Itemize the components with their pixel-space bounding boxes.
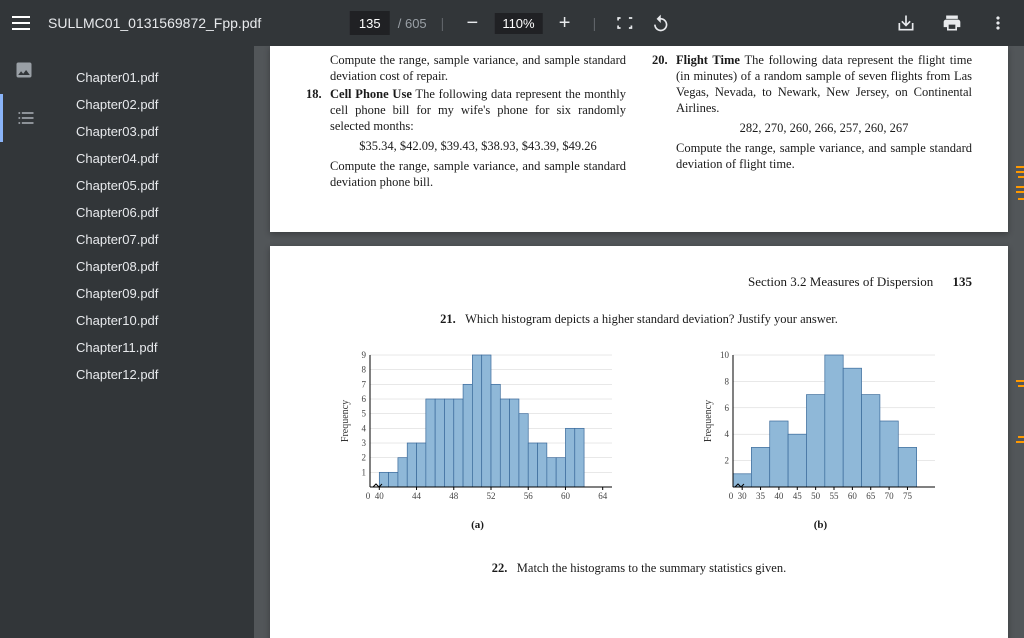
svg-text:9: 9 (361, 350, 366, 360)
download-icon (896, 13, 916, 33)
outline-item[interactable]: Chapter09.pdf (76, 280, 244, 307)
svg-text:60: 60 (560, 491, 570, 501)
page-number-input[interactable] (350, 11, 390, 35)
histogram-b: 2 4 6 8 10 0 30 35 40 45 50 55 60 65 70 75 Frequency (b) (701, 349, 941, 531)
svg-text:8: 8 (724, 376, 729, 386)
svg-text:44: 44 (412, 491, 422, 501)
outline-item[interactable]: Chapter01.pdf (76, 64, 244, 91)
svg-text:2: 2 (724, 456, 729, 466)
p20-compute: Compute the range, sample variance, and … (652, 140, 972, 172)
svg-text:60: 60 (847, 491, 857, 501)
svg-text:0: 0 (728, 491, 733, 501)
svg-text:1: 1 (361, 467, 366, 477)
outline-item[interactable]: Chapter11.pdf (76, 334, 244, 361)
q22-num: 22. (492, 561, 508, 575)
svg-text:30: 30 (737, 491, 747, 501)
svg-text:Frequency: Frequency (340, 400, 351, 442)
svg-text:40: 40 (774, 491, 784, 501)
print-icon (942, 13, 962, 33)
svg-text:10: 10 (720, 350, 730, 360)
pdf-page-prev: Compute the range, sample variance, and … (270, 46, 1008, 232)
svg-text:6: 6 (724, 403, 729, 413)
outline-item[interactable]: Chapter06.pdf (76, 199, 244, 226)
document-title: SULLMC01_0131569872_Fpp.pdf (48, 15, 261, 31)
section-title: Section 3.2 Measures of Dispersion (748, 274, 933, 289)
more-button[interactable] (984, 9, 1012, 37)
page-number: 135 (953, 274, 973, 289)
thumbnails-tab[interactable] (0, 46, 48, 94)
p18-data: $35.34, $42.09, $39.43, $38.93, $43.39, … (306, 138, 626, 154)
outline-tab[interactable] (0, 94, 48, 142)
svg-text:75: 75 (902, 491, 912, 501)
more-vert-icon (988, 13, 1008, 33)
image-icon (14, 60, 34, 80)
svg-text:64: 64 (598, 491, 608, 501)
zoom-out-button[interactable]: − (458, 9, 486, 37)
q21-text: Which histogram depicts a higher standar… (465, 312, 838, 326)
p20-title: Flight Time (676, 53, 740, 67)
outline-item[interactable]: Chapter08.pdf (76, 253, 244, 280)
svg-text:45: 45 (792, 491, 802, 501)
svg-text:65: 65 (866, 491, 876, 501)
svg-text:52: 52 (486, 491, 495, 501)
separator: | (593, 15, 597, 31)
problem-number: 18. (306, 86, 322, 102)
print-button[interactable] (938, 9, 966, 37)
pdf-page-current: Section 3.2 Measures of Dispersion 135 2… (270, 246, 1008, 638)
problem-number: 20. (652, 52, 668, 68)
p20-data: 282, 270, 260, 266, 257, 260, 267 (652, 120, 972, 136)
outline-item[interactable]: Chapter12.pdf (76, 361, 244, 388)
q21-num: 21. (440, 312, 456, 326)
svg-text:40: 40 (374, 491, 384, 501)
zoom-in-button[interactable]: + (551, 9, 579, 37)
svg-text:50: 50 (811, 491, 821, 501)
rotate-button[interactable] (646, 9, 674, 37)
svg-text:4: 4 (724, 429, 729, 439)
svg-text:5: 5 (361, 409, 366, 419)
outline-item[interactable]: Chapter07.pdf (76, 226, 244, 253)
list-icon (16, 108, 36, 128)
svg-text:8: 8 (361, 365, 366, 375)
chart-b-label: (b) (701, 519, 941, 531)
fit-icon (614, 13, 634, 33)
svg-text:55: 55 (829, 491, 839, 501)
chart-a-label: (a) (338, 519, 618, 531)
svg-text:56: 56 (523, 491, 533, 501)
outline-item[interactable]: Chapter04.pdf (76, 145, 244, 172)
svg-text:6: 6 (361, 394, 366, 404)
download-button[interactable] (892, 9, 920, 37)
document-viewer[interactable]: Compute the range, sample variance, and … (254, 46, 1024, 638)
fit-page-button[interactable] (610, 9, 638, 37)
toolbar-right (892, 9, 1012, 37)
sidebar: Chapter01.pdfChapter02.pdfChapter03.pdfC… (0, 46, 254, 638)
p17-compute: Compute the range, sample variance, and … (306, 52, 626, 84)
svg-text:0: 0 (365, 491, 370, 501)
svg-text:3: 3 (361, 438, 366, 448)
svg-text:35: 35 (756, 491, 766, 501)
toolbar-center: / 605 | − 110% + | (350, 9, 675, 37)
outline-item[interactable]: Chapter03.pdf (76, 118, 244, 145)
svg-text:2: 2 (361, 453, 366, 463)
svg-text:7: 7 (361, 379, 366, 389)
histogram-a: 123456789040444852566064Frequency (a) (338, 349, 618, 531)
outline-item[interactable]: Chapter02.pdf (76, 91, 244, 118)
separator: | (441, 15, 445, 31)
p18-compute: Compute the range, sample variance, and … (306, 158, 626, 190)
p18-title: Cell Phone Use (330, 87, 412, 101)
zoom-level[interactable]: 110% (494, 13, 542, 34)
outline-item[interactable]: Chapter10.pdf (76, 307, 244, 334)
pdf-toolbar: SULLMC01_0131569872_Fpp.pdf / 605 | − 11… (0, 0, 1024, 46)
svg-text:4: 4 (361, 423, 366, 433)
q22-text: Match the histograms to the summary stat… (517, 561, 786, 575)
svg-text:Frequency: Frequency (703, 400, 714, 442)
svg-text:48: 48 (449, 491, 459, 501)
page-total: / 605 (398, 16, 427, 31)
svg-text:70: 70 (884, 491, 894, 501)
rotate-icon (650, 13, 670, 33)
menu-icon[interactable] (12, 16, 30, 30)
outline-item[interactable]: Chapter05.pdf (76, 172, 244, 199)
